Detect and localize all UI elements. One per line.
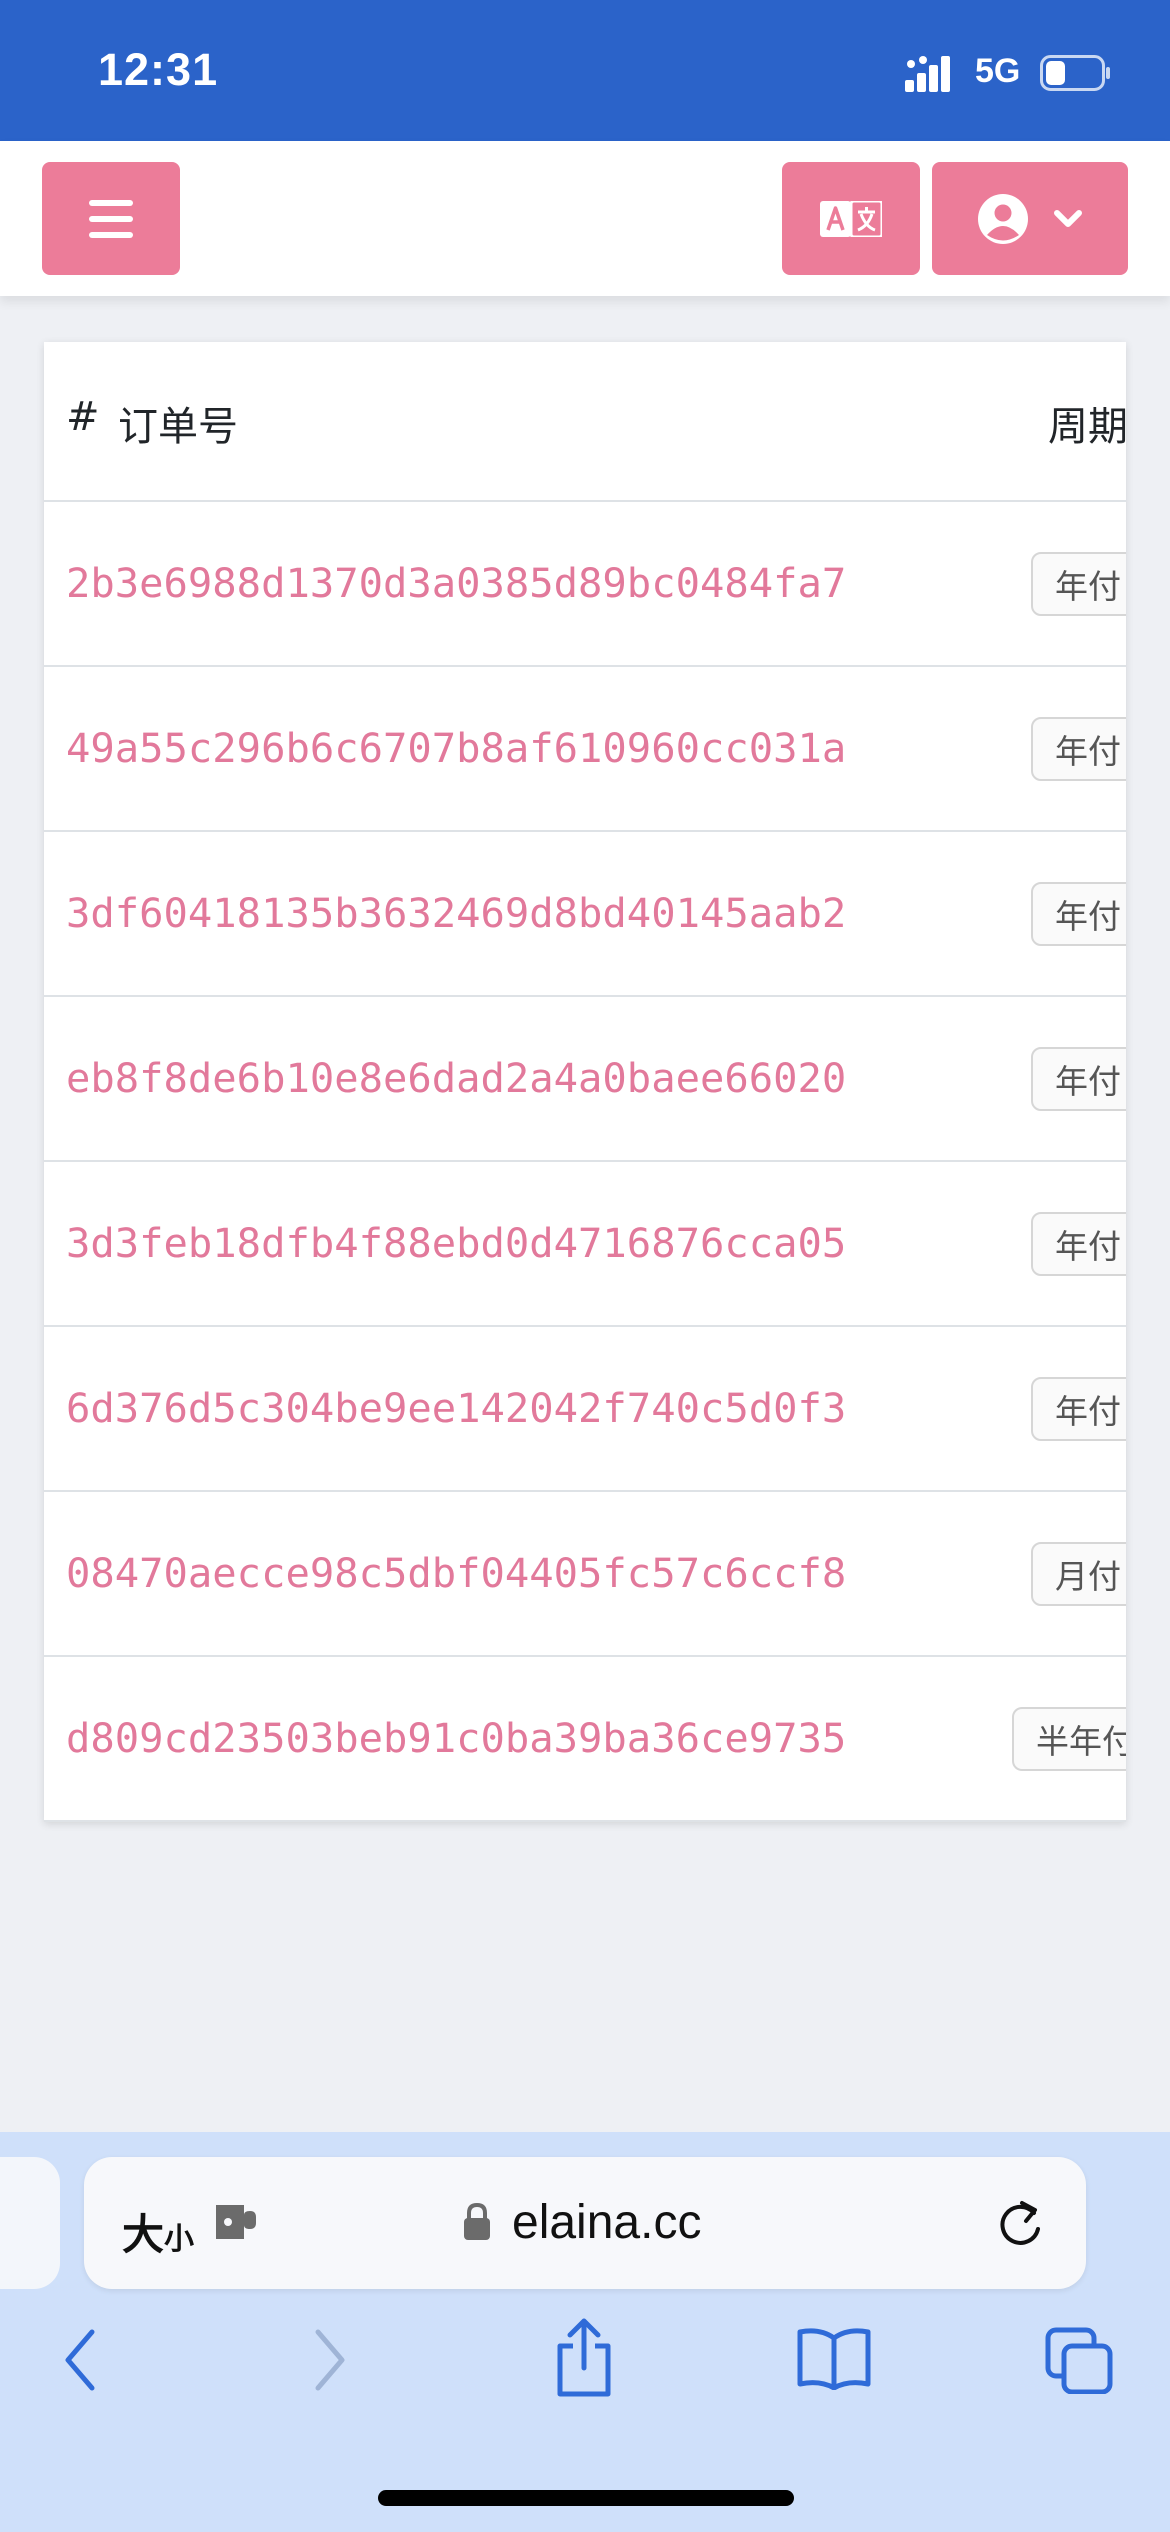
user-circle-icon [978, 193, 1028, 244]
order-link[interactable]: d809cd23503beb91c0ba39ba36ce9735 [66, 1714, 846, 1762]
table-row: 2b3e6988d1370d3a0385d89bc0484fa7 年付 [44, 502, 1126, 667]
order-link[interactable]: 3df60418135b3632469d8bd40145aab2 [66, 889, 846, 937]
user-menu-button[interactable] [932, 162, 1128, 275]
table-row: 3df60418135b3632469d8bd40145aab2 年付 [44, 832, 1126, 997]
column-header-order-no: 订单号 [118, 404, 238, 450]
cycle-badge: 年付 [1031, 717, 1126, 781]
cycle-badge: 年付 [1031, 1377, 1126, 1441]
signal-icon [905, 56, 950, 92]
order-link[interactable]: 3d3feb18dfb4f88ebd0d4716876cca05 [66, 1219, 846, 1267]
forward-icon[interactable] [312, 2328, 348, 2392]
size-label-big: 大 [122, 2210, 165, 2259]
address-bar[interactable]: 大小 elaina.cc [84, 2157, 1086, 2289]
chevron-down-icon [1054, 209, 1082, 227]
order-link[interactable]: 6d376d5c304be9ee142042f740c5d0f3 [66, 1384, 846, 1432]
cycle-badge: 年付 [1031, 552, 1126, 616]
translate-icon [820, 200, 882, 237]
table-row: 08470aecce98c5dbf04405fc57c6ccf8 月付 [44, 1492, 1126, 1657]
order-link[interactable]: 49a55c296b6c6707b8af610960cc031a [66, 724, 846, 772]
back-icon[interactable] [62, 2328, 98, 2392]
network-label: 5G [975, 52, 1021, 90]
table-row: 49a55c296b6c6707b8af610960cc031a 年付 [44, 667, 1126, 832]
cycle-badge: 年付 [1031, 1047, 1126, 1111]
bookmarks-icon[interactable] [796, 2326, 872, 2390]
share-icon[interactable] [552, 2318, 616, 2398]
top-navbar [0, 141, 1170, 296]
column-header-period: 周期 [1048, 404, 1126, 450]
table-row: 3d3feb18dfb4f88ebd0d4716876cca05 年付 [44, 1162, 1126, 1327]
previous-tab-preview[interactable] [0, 2157, 60, 2289]
page-size-button[interactable]: 大小 [122, 2201, 194, 2262]
table-row: 6d376d5c304be9ee142042f740c5d0f3 年付 [44, 1327, 1126, 1492]
url-text: elaina.cc [512, 2196, 702, 2249]
status-bar: 12:31 5G [0, 0, 1170, 141]
reload-icon[interactable] [994, 2195, 1046, 2251]
table-row: d809cd23503beb91c0ba39ba36ce9735 半年付 [44, 1657, 1126, 1822]
language-button[interactable] [782, 162, 920, 275]
column-header-hash: # [66, 394, 100, 440]
order-link[interactable]: 2b3e6988d1370d3a0385d89bc0484fa7 [66, 559, 846, 607]
extension-icon[interactable] [212, 2201, 262, 2243]
orders-table: # 订单号 周期 2b3e6988d1370d3a0385d89bc0484fa… [44, 342, 1126, 1822]
menu-button[interactable] [42, 162, 180, 275]
cycle-badge: 年付 [1031, 882, 1126, 946]
menu-icon [89, 199, 133, 238]
order-link[interactable]: eb8f8de6b10e8e6dad2a4a0baee66020 [66, 1054, 846, 1102]
table-header: # 订单号 周期 [44, 342, 1126, 502]
tabs-icon[interactable] [1044, 2326, 1114, 2394]
status-time: 12:31 [98, 44, 219, 95]
cycle-badge: 年付 [1031, 1212, 1126, 1276]
size-label-small: 小 [164, 2222, 195, 2257]
table-row: eb8f8de6b10e8e6dad2a4a0baee66020 年付 [44, 997, 1126, 1162]
battery-icon [1040, 55, 1110, 91]
cycle-badge: 月付 [1031, 1542, 1126, 1606]
cycle-badge: 半年付 [1012, 1707, 1126, 1771]
lock-icon [464, 2202, 490, 2240]
home-indicator [378, 2490, 794, 2506]
order-link[interactable]: 08470aecce98c5dbf04405fc57c6ccf8 [66, 1549, 846, 1597]
